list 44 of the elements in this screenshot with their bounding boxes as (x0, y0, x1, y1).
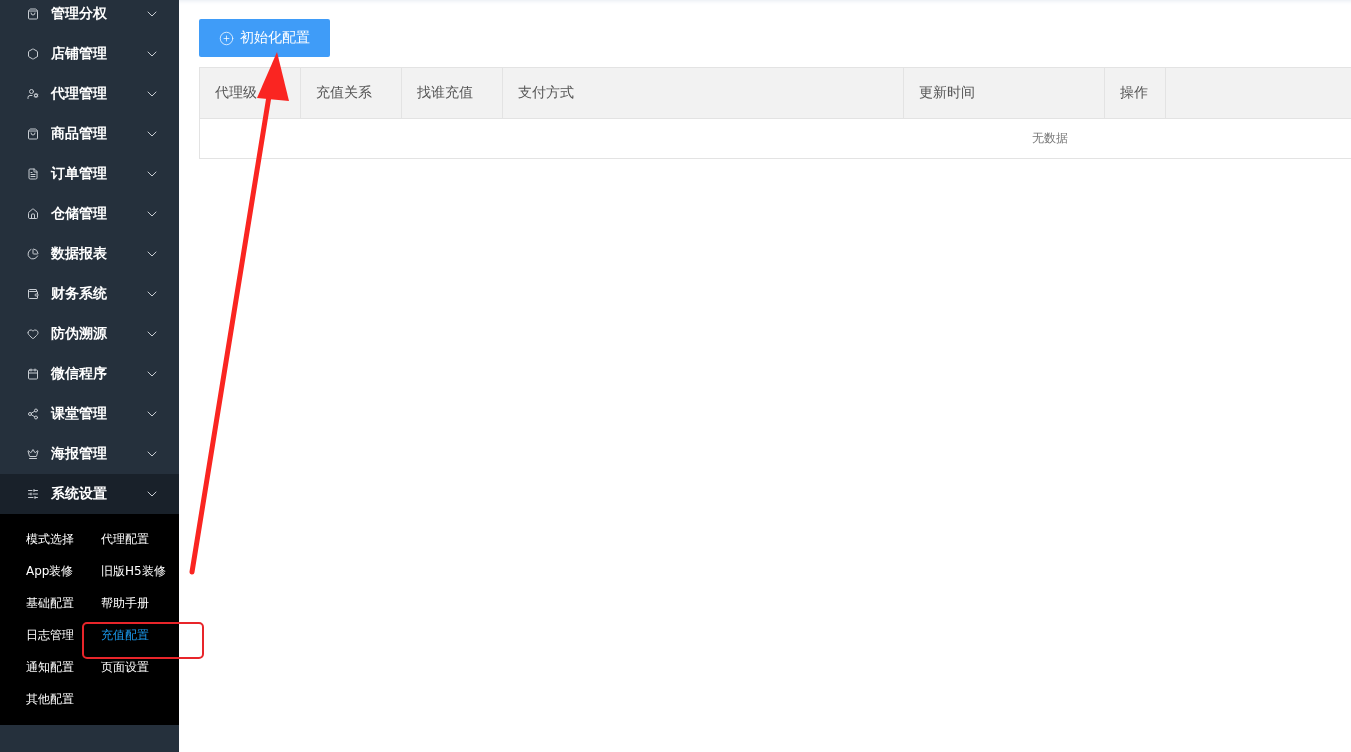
menu-item[interactable]: 财务系统 (0, 274, 179, 314)
document-icon (27, 168, 39, 180)
submenu-item[interactable]: 其他配置 (26, 683, 101, 715)
menu-item[interactable]: 管理分权 (0, 0, 179, 34)
column-header: 操作 (1105, 68, 1166, 118)
submenu-item[interactable]: 基础配置 (26, 587, 101, 619)
menu-item[interactable]: 订单管理 (0, 154, 179, 194)
calendar-icon (27, 368, 39, 380)
menu-item[interactable]: 代理管理 (0, 74, 179, 114)
submenu-item[interactable]: 日志管理 (26, 619, 101, 651)
pie-chart-icon (27, 248, 39, 260)
menu-item[interactable]: 仓储管理 (0, 194, 179, 234)
submenu-item[interactable]: 代理配置 (101, 523, 181, 555)
menu-item[interactable]: 微信程序 (0, 354, 179, 394)
sliders-icon (27, 488, 39, 500)
submenu-item[interactable]: 旧版H5装修 (101, 555, 181, 587)
menu-item[interactable]: 数据报表 (0, 234, 179, 274)
plus-icon (219, 30, 234, 46)
menu-item[interactable]: 系统设置 (0, 474, 179, 514)
empty-text: 无数据 (1032, 130, 1068, 147)
crown-icon (27, 448, 39, 460)
user-icon (27, 88, 39, 100)
column-header: 支付方式 (503, 68, 904, 118)
submenu-item[interactable]: 模式选择 (26, 523, 101, 555)
menu-item[interactable]: 防伪溯源 (0, 314, 179, 354)
menu-item[interactable]: 海报管理 (0, 434, 179, 474)
submenu-item[interactable]: 帮助手册 (101, 587, 181, 619)
hexagon-icon (27, 48, 39, 60)
wallet-icon (27, 288, 39, 300)
house-icon (27, 208, 39, 220)
column-header: 充值关系 (301, 68, 402, 118)
column-header: 更新时间 (904, 68, 1105, 118)
submenu-item[interactable]: 充值配置 (101, 619, 181, 651)
bag-icon (27, 128, 39, 140)
submenu-item[interactable]: 页面设置 (101, 651, 181, 683)
heart-icon (27, 328, 39, 340)
nodes-icon (27, 408, 39, 420)
menu-item[interactable]: 商品管理 (0, 114, 179, 154)
submenu-item[interactable]: 通知配置 (26, 651, 101, 683)
menu-item[interactable]: 店铺管理 (0, 34, 179, 74)
menu-item[interactable]: 课堂管理 (0, 394, 179, 434)
submenu-item[interactable]: App装修 (26, 555, 101, 587)
column-header: 找谁充值 (402, 68, 503, 118)
bag-icon (27, 8, 39, 20)
